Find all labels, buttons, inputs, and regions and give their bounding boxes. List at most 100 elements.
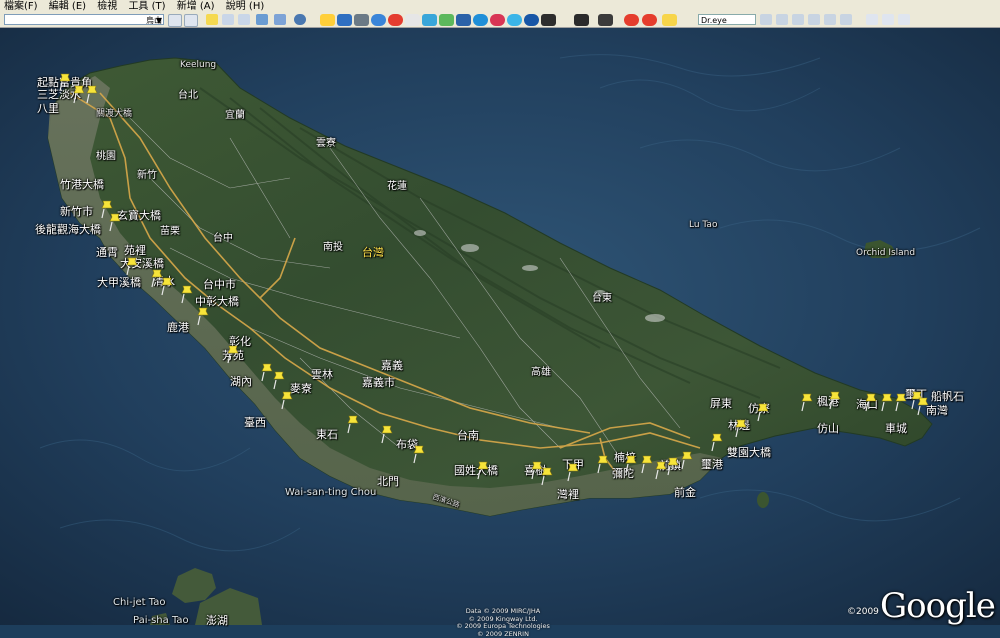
email-icon[interactable] bbox=[898, 14, 910, 25]
tour-icon[interactable] bbox=[274, 14, 286, 25]
route-label-zhugang: 竹港大橋 bbox=[60, 176, 104, 192]
ch-icon[interactable] bbox=[598, 14, 613, 26]
pushpin-icon[interactable] bbox=[85, 84, 99, 104]
pushpin-icon[interactable] bbox=[58, 72, 72, 92]
label-miaoli: 苗栗 bbox=[160, 222, 180, 237]
power2-icon[interactable] bbox=[642, 14, 657, 26]
pdf-icon[interactable] bbox=[439, 14, 454, 26]
pushpin-icon[interactable] bbox=[880, 392, 894, 412]
triangle-icon[interactable] bbox=[422, 14, 437, 26]
label-tainan: 台南 bbox=[457, 427, 479, 443]
label-taitung: 台東 bbox=[592, 289, 612, 304]
sun-icon[interactable] bbox=[320, 14, 335, 26]
label-nantou: 南投 bbox=[323, 238, 343, 253]
skype-icon[interactable] bbox=[507, 14, 522, 26]
pushpin-icon[interactable] bbox=[734, 418, 748, 438]
sidebar-toggle-icon[interactable] bbox=[168, 14, 182, 27]
pushpin-icon[interactable] bbox=[624, 454, 638, 474]
label-taichung-city: 台中市 bbox=[203, 276, 236, 292]
copyright-text: ©2009 bbox=[847, 607, 879, 617]
search-input[interactable]: 烏山▼ bbox=[4, 14, 164, 25]
pushpin-icon[interactable] bbox=[280, 390, 294, 410]
pushpin-icon[interactable] bbox=[756, 402, 770, 422]
menu-view[interactable]: 檢視 bbox=[97, 0, 117, 13]
pushpin-icon[interactable] bbox=[412, 444, 426, 464]
pushpin-icon[interactable] bbox=[640, 454, 654, 474]
dropdown-arrow-icon[interactable]: ▼ bbox=[156, 15, 162, 26]
pushpin-icon[interactable] bbox=[380, 424, 394, 444]
pushpin-icon[interactable] bbox=[346, 414, 360, 434]
route-label-dajia: 大甲溪橋 bbox=[97, 274, 141, 290]
ie-icon[interactable] bbox=[473, 14, 488, 26]
route-label-xuanbao: 玄寶大橋 bbox=[117, 207, 161, 223]
ck-icon[interactable] bbox=[574, 14, 589, 26]
pushpin-icon[interactable] bbox=[160, 276, 174, 296]
label-chiayi: 嘉義 bbox=[381, 357, 403, 373]
google-logo: Google bbox=[880, 586, 995, 626]
dict-icon-3[interactable] bbox=[792, 14, 804, 25]
pushpin-icon[interactable] bbox=[196, 306, 210, 326]
wand-icon[interactable] bbox=[662, 14, 677, 26]
pushpin-icon[interactable] bbox=[566, 462, 580, 482]
menu-add[interactable]: 新增 (A) bbox=[177, 0, 215, 13]
pushpin-icon[interactable] bbox=[894, 392, 908, 412]
route-label-guandu: 關渡大橋 bbox=[96, 106, 132, 119]
pushpin-icon[interactable] bbox=[864, 392, 878, 412]
panel-toggle-icon[interactable] bbox=[184, 14, 198, 27]
pushpin-icon[interactable] bbox=[680, 450, 694, 470]
attribution-line-3: © 2009 Europa Technologies bbox=[448, 623, 558, 631]
dict-icon-6[interactable] bbox=[840, 14, 852, 25]
label-wai-san-ting: Wai-san-ting Chou bbox=[285, 487, 376, 498]
route-label-fangshan: 仿山 bbox=[817, 420, 839, 436]
pushpin-icon[interactable] bbox=[72, 84, 86, 104]
pushpin-icon[interactable] bbox=[596, 454, 610, 474]
menu-help[interactable]: 說明 (H) bbox=[226, 0, 265, 13]
map-view[interactable]: Keelung 台北 宜蘭 雲寮 桃園 新竹 花蓮 苗栗 台中 南投 台灣 台中… bbox=[0, 28, 1000, 625]
print-icon[interactable] bbox=[882, 14, 894, 25]
pushpin-icon[interactable] bbox=[108, 212, 122, 232]
menu-file[interactable]: 檔案(F) bbox=[4, 0, 38, 13]
polygon-icon[interactable] bbox=[222, 14, 234, 25]
dict-icon-5[interactable] bbox=[824, 14, 836, 25]
power-icon[interactable] bbox=[624, 14, 639, 26]
zoom-icon[interactable] bbox=[866, 14, 878, 25]
pushpin-icon[interactable] bbox=[125, 256, 139, 276]
menu-tools[interactable]: 工具 (T) bbox=[128, 0, 165, 13]
pushpin-icon[interactable] bbox=[800, 392, 814, 412]
dict-icon-1[interactable] bbox=[760, 14, 772, 25]
route-label-dongshi: 東石 bbox=[316, 426, 338, 442]
messenger-icon[interactable] bbox=[405, 14, 420, 26]
label-taichung-small: 台中 bbox=[213, 229, 233, 244]
placemark-icon[interactable] bbox=[206, 14, 218, 25]
dict-icon-2[interactable] bbox=[776, 14, 788, 25]
dict-icon-4[interactable] bbox=[808, 14, 820, 25]
terminal-icon[interactable] bbox=[541, 14, 556, 26]
pushpin-icon[interactable] bbox=[540, 466, 554, 486]
image-overlay-icon[interactable] bbox=[256, 14, 268, 25]
sky-icon[interactable] bbox=[294, 14, 306, 25]
label-hualien: 花蓮 bbox=[387, 177, 407, 192]
pushpin-icon[interactable] bbox=[666, 456, 680, 476]
label-orchid-island: Orchid Island bbox=[856, 248, 915, 258]
pushpin-icon[interactable] bbox=[916, 396, 930, 416]
pushpin-icon[interactable] bbox=[828, 390, 842, 410]
route-label-wanli: 灣裡 bbox=[557, 486, 579, 502]
satellite-image[interactable] bbox=[0, 28, 1000, 625]
globe-icon[interactable] bbox=[371, 14, 386, 26]
path-icon[interactable] bbox=[238, 14, 250, 25]
heart-icon[interactable] bbox=[490, 14, 505, 26]
pushpin-icon[interactable] bbox=[710, 432, 724, 452]
pushpin-icon[interactable] bbox=[180, 284, 194, 304]
pushpin-icon[interactable] bbox=[226, 344, 240, 364]
dreye-box[interactable]: Dr.eye bbox=[698, 14, 756, 25]
map-attribution: Data © 2009 MIRC/JHA © 2009 Kingway Ltd.… bbox=[448, 608, 558, 638]
earth-icon[interactable] bbox=[337, 14, 352, 26]
menu-edit[interactable]: 編輯 (E) bbox=[49, 0, 86, 13]
pushpin-icon[interactable] bbox=[272, 370, 286, 390]
label-penghu: 澎湖 bbox=[206, 612, 228, 628]
browser-icon[interactable] bbox=[524, 14, 539, 26]
opera-icon[interactable] bbox=[388, 14, 403, 26]
pushpin-icon[interactable] bbox=[476, 460, 490, 480]
app-icon[interactable] bbox=[456, 14, 471, 26]
download-icon[interactable] bbox=[354, 14, 369, 26]
